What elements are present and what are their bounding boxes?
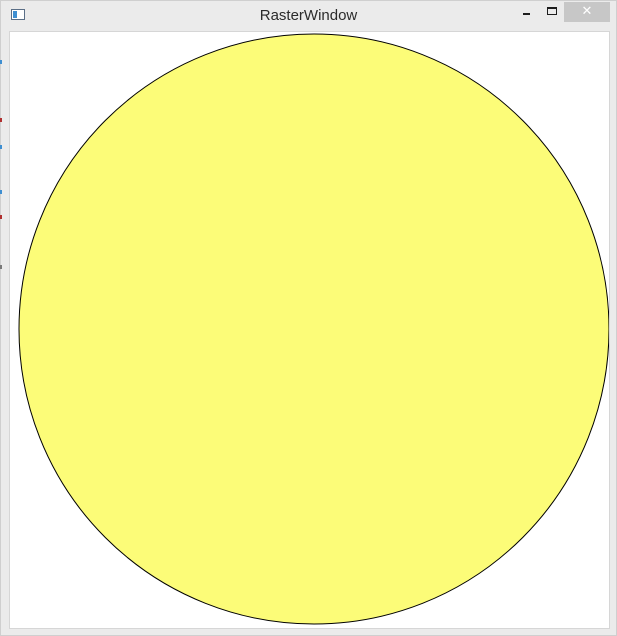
maximize-button[interactable] bbox=[541, 2, 563, 22]
close-button[interactable]: ✕ bbox=[564, 2, 610, 22]
raster-window: RasterWindow ✕ bbox=[0, 0, 617, 636]
title-bar[interactable]: RasterWindow ✕ bbox=[1, 1, 616, 31]
background-edge-marks bbox=[0, 60, 2, 300]
close-icon: ✕ bbox=[581, 4, 593, 19]
minimize-button[interactable] bbox=[514, 2, 540, 22]
canvas-drawing bbox=[18, 33, 609, 625]
raster-canvas[interactable] bbox=[9, 31, 610, 629]
maximize-icon bbox=[547, 7, 557, 15]
minimize-icon bbox=[523, 13, 530, 15]
yellow-circle bbox=[18, 33, 609, 625]
